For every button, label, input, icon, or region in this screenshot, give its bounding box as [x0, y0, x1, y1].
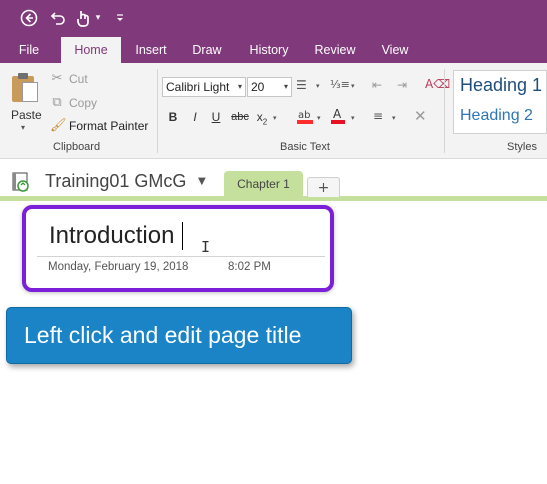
instruction-callout: Left click and edit page title [6, 307, 352, 364]
font-color-icon[interactable]: A [330, 107, 346, 128]
tab-draw[interactable]: Draw [185, 37, 229, 63]
paste-button[interactable]: Paste [11, 108, 42, 122]
styles-gallery: Heading 1 Heading 2 [453, 70, 547, 134]
ribbon-tab-row: File Home Insert Draw History Review Vie… [0, 37, 547, 64]
notebook-sync-icon[interactable] [10, 171, 32, 193]
font-color-dropdown-icon[interactable]: ▾ [351, 114, 355, 122]
group-divider [444, 69, 445, 153]
align-dropdown-icon[interactable]: ▾ [392, 114, 396, 122]
title-divider [37, 256, 325, 257]
font-name-select[interactable]: Calibri Light ▾ [162, 77, 246, 97]
underline-button[interactable]: U [207, 108, 225, 126]
paste-icon[interactable] [12, 73, 38, 103]
page-date: Monday, February 19, 2018 [48, 261, 189, 273]
clear-formatting-icon[interactable]: A⌫ [425, 77, 450, 91]
italic-button[interactable]: I [186, 108, 204, 126]
subscript-button[interactable]: x2 [253, 108, 271, 126]
svg-text:A: A [333, 107, 342, 121]
section-tab-chapter-1[interactable]: Chapter 1 [224, 171, 303, 197]
page-title[interactable]: Introduction [49, 222, 174, 250]
page-time: 8:02 PM [228, 261, 271, 273]
undo-icon[interactable] [48, 8, 68, 28]
style-heading-2[interactable]: Heading 2 [460, 107, 533, 125]
touch-mode-dropdown-icon[interactable]: ▾ [93, 8, 103, 28]
font-name-value: Calibri Light [166, 80, 230, 94]
increase-indent-icon[interactable]: ⇥ [397, 78, 407, 92]
copy-label: Copy [69, 95, 98, 110]
paintbrush-icon: 🖌 [50, 118, 67, 133]
paste-dropdown-icon[interactable]: ▾ [21, 123, 25, 132]
format-painter-label: Format Painter [69, 118, 149, 133]
strikethrough-button[interactable]: abc [229, 108, 251, 126]
highlight-dropdown-icon[interactable]: ▾ [317, 114, 321, 122]
scissors-icon: ✂ [51, 71, 63, 86]
styles-group-label: Styles [507, 141, 537, 153]
cut-label: Cut [69, 71, 88, 86]
ibeam-cursor-icon: I [201, 238, 211, 256]
font-size-value: 20 [251, 80, 265, 94]
chevron-down-icon: ▾ [283, 82, 288, 91]
text-cursor [182, 222, 183, 250]
copy-icon: ⧉ [52, 95, 62, 110]
svg-text:ab: ab [298, 110, 310, 121]
bullets-dropdown-icon[interactable]: ▾ [316, 82, 320, 90]
tab-file[interactable]: File [8, 37, 50, 63]
style-heading-1[interactable]: Heading 1 [460, 75, 542, 96]
notebook-name[interactable]: Training01 GMcG [45, 171, 186, 192]
basic-text-group-label: Basic Text [280, 141, 330, 153]
copy-button[interactable]: ⧉ Copy [50, 95, 97, 110]
delete-icon[interactable]: ✕ [414, 107, 427, 125]
bold-button[interactable]: B [164, 108, 182, 126]
tab-insert[interactable]: Insert [128, 37, 174, 63]
title-bar: ▾ [0, 0, 547, 37]
highlight-icon[interactable]: ab [296, 107, 314, 128]
font-size-select[interactable]: 20 ▾ [247, 77, 292, 97]
ribbon: Paste ▾ ✂ Cut ⧉ Copy 🖌 Format Painter Cl… [0, 63, 547, 159]
tab-history[interactable]: History [242, 37, 296, 63]
tab-home[interactable]: Home [61, 37, 121, 64]
decrease-indent-icon[interactable]: ⇤ [372, 78, 382, 92]
customize-toolbar-icon[interactable] [114, 8, 126, 28]
clipboard-group-label: Clipboard [53, 141, 101, 153]
notebook-dropdown-icon[interactable]: ▼ [198, 176, 206, 187]
numbering-icon[interactable]: ⅓≡ [330, 78, 350, 91]
back-arrow-icon[interactable] [19, 8, 39, 28]
cut-button[interactable]: ✂ Cut [50, 71, 88, 86]
paragraph-align-icon[interactable]: ≡ [373, 109, 383, 123]
chevron-down-icon: ▾ [237, 82, 242, 91]
group-divider [157, 69, 158, 153]
touch-mode-icon[interactable] [74, 8, 92, 28]
numbering-dropdown-icon[interactable]: ▾ [351, 82, 355, 90]
format-painter-button[interactable]: 🖌 Format Painter [50, 118, 148, 133]
tab-review[interactable]: Review [309, 37, 361, 63]
tab-view[interactable]: View [372, 37, 418, 63]
bullets-icon[interactable]: ☰ [296, 78, 307, 92]
subscript-dropdown-icon[interactable]: ▾ [273, 114, 277, 122]
add-section-button[interactable]: + [307, 177, 340, 197]
